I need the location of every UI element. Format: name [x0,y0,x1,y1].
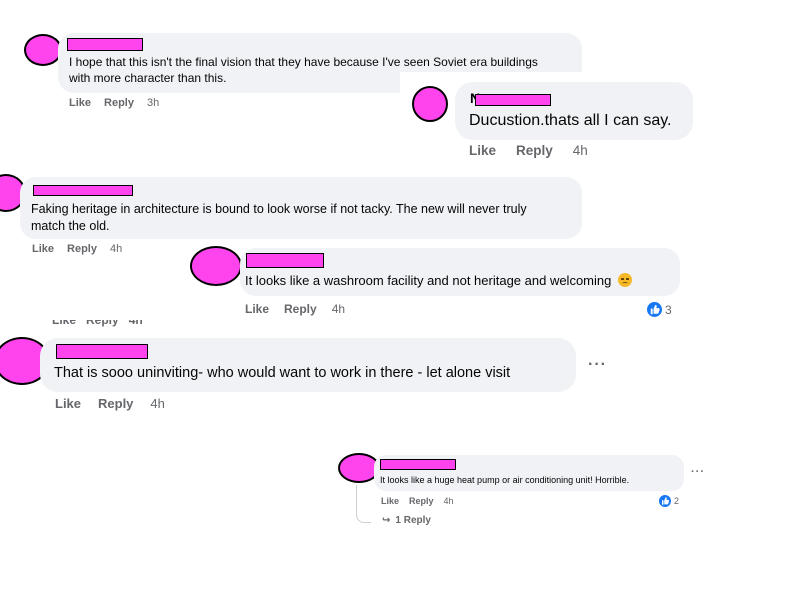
reaction-count: 3 [665,302,672,317]
reaction-summary[interactable]: 2 [659,495,679,507]
comment-timestamp[interactable]: 4h [573,143,588,158]
like-button[interactable]: Like [245,302,269,316]
like-button[interactable]: Like [469,143,496,158]
like-button[interactable]: Like [69,97,91,109]
comment-text-line: It looks like a huge heat pump or air co… [380,475,630,485]
like-button[interactable]: Like [32,243,54,255]
like-button[interactable]: Like [55,396,81,411]
comment-text: It looks like a washroom facility and no… [245,273,612,288]
more-options-icon[interactable]: ··· [691,466,705,478]
redacted-author-name[interactable] [56,344,148,359]
avatar[interactable] [24,34,62,66]
view-replies-label[interactable]: 1 Reply [395,515,431,526]
reaction-count: 2 [674,496,680,506]
like-reaction-icon [659,495,671,507]
reply-arrow-icon: ↪ [382,515,391,526]
reply-button[interactable]: Reply [98,396,133,411]
comment-actions: Like Reply 4h [55,396,165,411]
comment-timestamp[interactable]: 4h [150,396,164,411]
comment-text-line: That is sooo uninviting- who would want … [54,365,511,381]
redacted-author-name[interactable] [33,185,133,196]
view-replies-link[interactable]: ↪ 1 Reply [382,515,431,526]
comment-timestamp[interactable]: 3h [147,97,159,109]
comment-text-line: Ducustion.thats all I can say. [469,112,672,129]
reply-button[interactable]: Reply [516,143,553,158]
sad-face-emoji-icon [617,273,632,287]
comment-bubble [455,82,693,140]
comment-text-line: with more character than this. [69,71,227,85]
redacted-author-name[interactable] [380,459,456,470]
like-reaction-icon [647,302,662,317]
avatar[interactable] [412,86,448,122]
cutoff-actions-remnant: Like Reply 4h [52,320,143,327]
comment-actions: Like Reply 3h [69,97,159,109]
comment-text-line: Faking heritage in architecture is bound… [31,202,527,216]
comment-actions: Like Reply 4h [381,496,454,506]
redacted-author-name[interactable] [67,38,143,51]
reaction-summary[interactable]: 3 [647,302,672,317]
comment-timestamp[interactable]: 4h [110,243,122,255]
comment-actions: Like Reply 4h [32,243,122,255]
comment-text-line: I hope that this isn't the final vision … [69,55,538,69]
redacted-author-name[interactable] [246,253,324,268]
more-options-icon[interactable]: ··· [588,356,607,374]
comment-timestamp[interactable]: 4h [332,302,345,316]
reply-button[interactable]: Reply [67,243,97,255]
like-button[interactable]: Like [381,496,399,506]
reply-button[interactable]: Reply [409,496,434,506]
comment-actions: Like Reply 4h [245,302,345,316]
comment-text-line: match the old. [31,219,110,233]
redacted-author-name[interactable] [475,94,551,106]
reply-button[interactable]: Reply [284,302,317,316]
comment-timestamp[interactable]: 4h [444,496,454,506]
comment-text-line: It looks like a washroom facility and no… [245,273,632,288]
avatar[interactable] [190,246,242,286]
reply-thread-connector [356,485,371,523]
reply-button[interactable]: Reply [104,97,134,109]
comment-actions: Like Reply 4h [469,143,588,158]
